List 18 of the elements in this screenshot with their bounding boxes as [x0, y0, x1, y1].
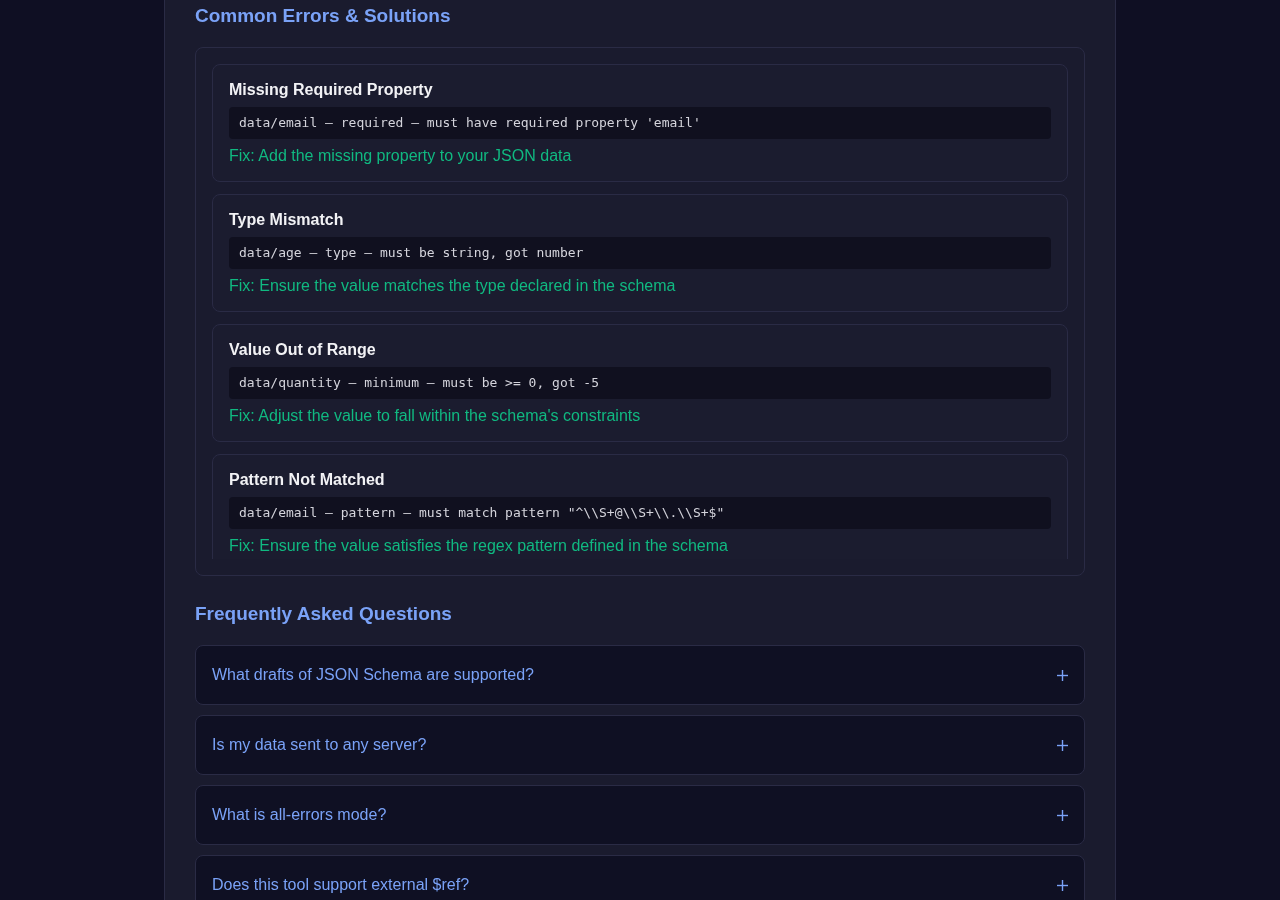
fix-text: Fix: Add the missing property to your JSON data — [229, 147, 573, 165]
faq-question[interactable]: What is all-errors mode? — [195, 785, 1085, 845]
faq-question[interactable]: What drafts of JSON Schema are supported? — [195, 645, 1085, 705]
error-title: Missing Required Property — [229, 81, 434, 99]
fix-text: Fix: Adjust the value to fall within the schema's constraints — [229, 407, 642, 425]
error-title: Type Mismatch — [229, 211, 345, 229]
error-message: data/quantity — minimum — must be >= 0, got -5 — [229, 367, 1051, 399]
error-title: Pattern Not Matched — [229, 471, 386, 489]
error-title: Value Out of Range — [229, 341, 377, 359]
section-heading: Common Errors & Solutions — [195, 4, 452, 28]
fix-text: Fix: Ensure the value matches the type declared in the schema — [229, 277, 677, 295]
section-heading: Frequently Asked Questions — [195, 602, 453, 626]
error-message: data/email — pattern — must match pattern "^\\S+@\\S+\\.\\S+$" — [229, 497, 1051, 529]
fix-text: Fix: Ensure the value satisfies the regex pattern defined in the schema — [229, 537, 729, 555]
error-message: data/email — required — must have required property 'email' — [229, 107, 1051, 139]
faq-question[interactable]: Does this tool support external $ref? — [195, 855, 1085, 900]
faq-question[interactable]: Is my data sent to any server? — [195, 715, 1085, 775]
error-message: data/age — type — must be string, got number — [229, 237, 1051, 269]
